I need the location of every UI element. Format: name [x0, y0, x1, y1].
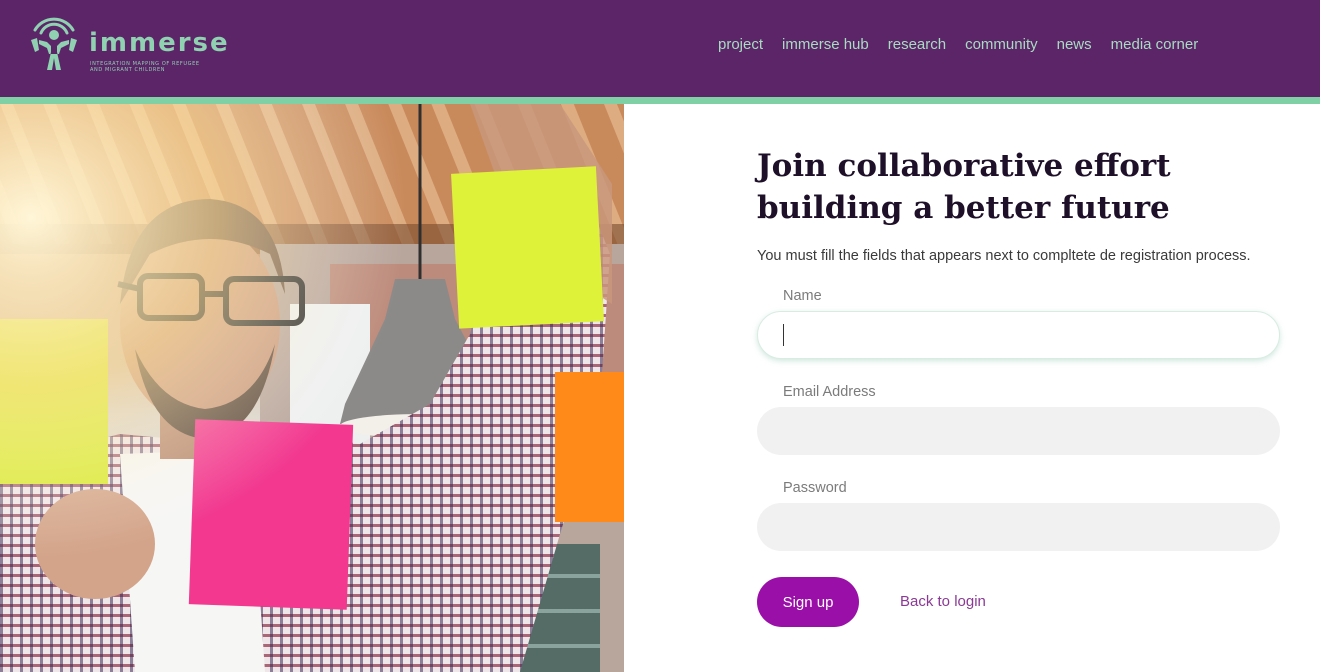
- page-title-line1: Join collaborative effort: [757, 148, 1171, 184]
- page-title-line2: building a better future: [757, 190, 1170, 226]
- immerse-logo-icon: [31, 17, 77, 70]
- nav-item-research[interactable]: research: [888, 36, 946, 54]
- site-header: immerse Integration mapping of refugee a…: [0, 0, 1320, 97]
- password-label: Password: [783, 480, 847, 496]
- text-cursor: [783, 324, 784, 346]
- form-instructions: You must fill the fields that appears ne…: [757, 248, 1251, 264]
- team-brainstorm-photo: [0, 104, 624, 672]
- hero-image: [0, 104, 624, 672]
- name-label: Name: [783, 288, 822, 304]
- nav-item-media-corner[interactable]: media corner: [1111, 36, 1199, 54]
- email-label: Email Address: [783, 384, 876, 400]
- page-title: Join collaborative effort building a bet…: [757, 145, 1277, 229]
- logo[interactable]: immerse Integration mapping of refugee a…: [27, 16, 230, 78]
- main-nav: project immerse hub research community n…: [718, 36, 1217, 54]
- name-field[interactable]: [757, 311, 1280, 359]
- nav-item-project[interactable]: project: [718, 36, 763, 54]
- logo-tagline: Integration mapping of refugee and migra…: [90, 61, 220, 73]
- email-field[interactable]: [757, 407, 1280, 455]
- password-field[interactable]: [757, 503, 1280, 551]
- logo-tagline-line2: and migrant children: [90, 67, 166, 73]
- nav-item-immerse-hub[interactable]: immerse hub: [782, 36, 869, 54]
- logo-name: immerse: [89, 28, 230, 58]
- nav-item-community[interactable]: community: [965, 36, 1038, 54]
- header-accent-stripe: [0, 97, 1320, 104]
- nav-item-news[interactable]: news: [1057, 36, 1092, 54]
- back-to-login-link[interactable]: Back to login: [900, 593, 986, 610]
- signup-button[interactable]: Sign up: [757, 577, 859, 627]
